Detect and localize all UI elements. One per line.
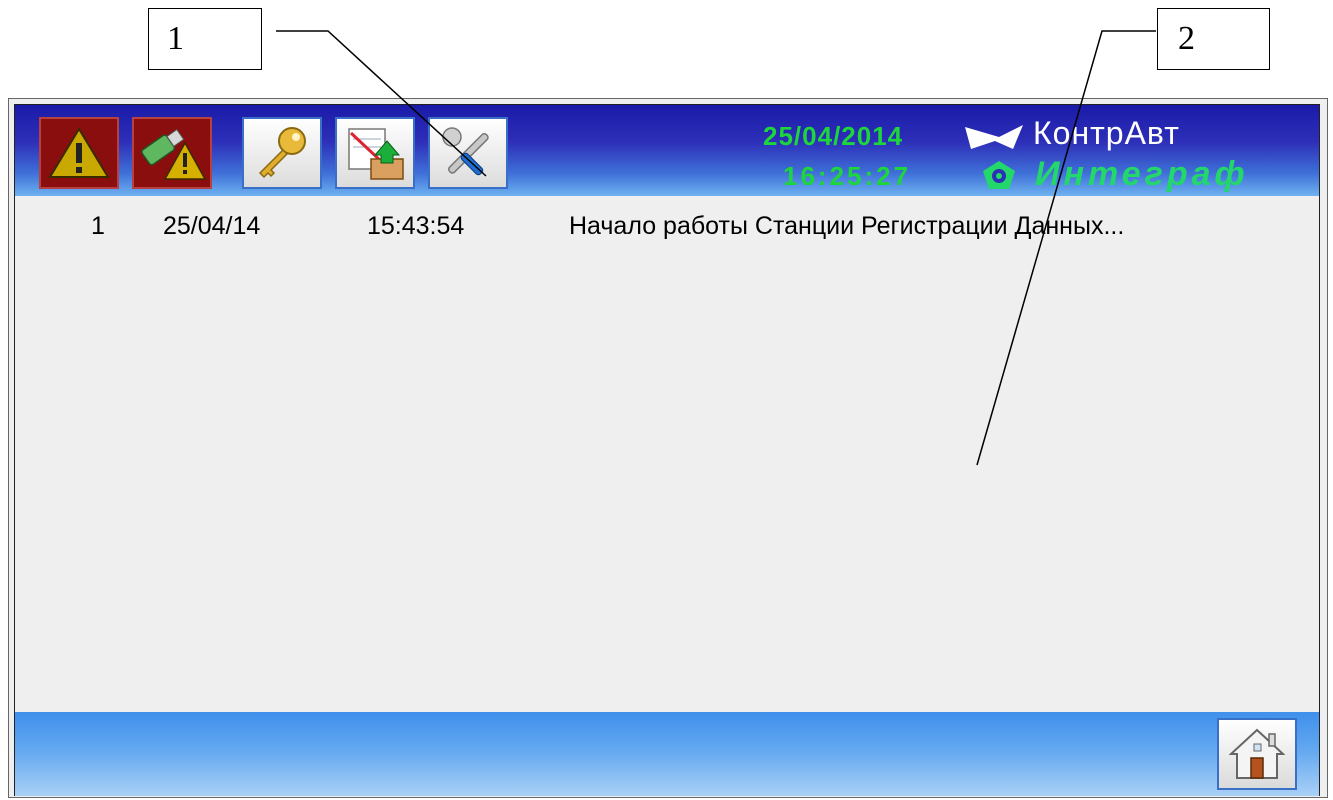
callout-2-leader <box>976 30 1156 466</box>
callout-1-leader <box>276 30 487 177</box>
callout-leader-lines <box>276 30 1156 466</box>
